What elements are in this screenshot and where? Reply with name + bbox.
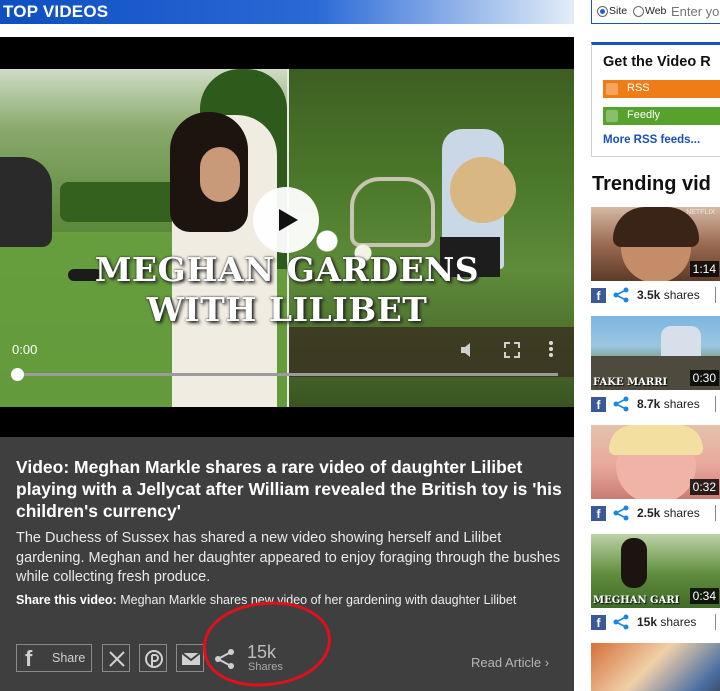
share-icon[interactable] bbox=[613, 287, 629, 303]
web-radio[interactable] bbox=[633, 6, 644, 17]
trending-thumbnail[interactable]: NETFLIX 1:14 bbox=[591, 207, 720, 281]
play-button[interactable] bbox=[253, 187, 319, 253]
share-icon[interactable] bbox=[613, 614, 629, 630]
facebook-icon[interactable]: f bbox=[591, 506, 606, 521]
trending-duration: 0:34 bbox=[689, 588, 719, 604]
site-radio-label: Site bbox=[609, 5, 628, 17]
current-time: 0:00 bbox=[12, 342, 38, 357]
fullscreen-icon[interactable] bbox=[504, 342, 520, 358]
feedly-button[interactable]: Feedly bbox=[603, 107, 720, 125]
progress-bar[interactable] bbox=[18, 373, 558, 376]
video-description: The Duchess of Sussex has shared a new v… bbox=[16, 530, 561, 585]
trending-thumbnail[interactable] bbox=[591, 643, 720, 691]
pinterest-icon bbox=[145, 650, 163, 668]
facebook-icon[interactable]: f bbox=[591, 615, 606, 630]
trending-duration: 0:30 bbox=[689, 370, 719, 386]
video-overlay-title-line1: MEGHAN GARDENS bbox=[94, 250, 480, 289]
pinterest-share-button[interactable] bbox=[139, 644, 167, 672]
thumb-caption: FAKE MARRI bbox=[593, 377, 668, 388]
volume-icon[interactable] bbox=[460, 342, 476, 358]
x-share-button[interactable] bbox=[102, 644, 130, 672]
more-rss-link[interactable]: More RSS feeds... bbox=[603, 134, 700, 146]
thumb-caption: MEGHAN GARI bbox=[593, 595, 680, 606]
separator bbox=[715, 614, 716, 630]
page-root: TOP VIDEOS MEGHAN GARDENS WITH LILIBET 0… bbox=[0, 0, 720, 691]
share-this-video-label: Share this video: bbox=[16, 593, 117, 607]
rss-icon bbox=[606, 83, 618, 95]
progress-scrubber[interactable] bbox=[11, 368, 24, 381]
rss-box: Get the Video R RSS Feedly More RSS feed… bbox=[591, 42, 720, 157]
envelope-icon bbox=[181, 652, 201, 665]
feedly-icon bbox=[606, 110, 618, 122]
straw-hat bbox=[450, 157, 516, 223]
rss-button[interactable]: RSS bbox=[603, 80, 720, 98]
separator bbox=[715, 505, 716, 521]
trending-thumbnail[interactable]: MEGHAN GARI 0:34 bbox=[591, 534, 720, 608]
more-options-icon[interactable] bbox=[548, 340, 554, 358]
web-radio-label: Web bbox=[645, 5, 667, 17]
read-article-label: Read Article bbox=[471, 655, 542, 670]
trending-share-count: 8.7k shares bbox=[637, 397, 700, 411]
thumb-figure bbox=[621, 538, 647, 588]
play-icon bbox=[279, 209, 298, 231]
thumb-badge: NETFLIX bbox=[686, 209, 715, 216]
fence bbox=[289, 327, 574, 377]
separator bbox=[715, 396, 716, 412]
video-headline: Video: Meghan Markle shares a rare video… bbox=[16, 457, 562, 521]
share-icon[interactable] bbox=[613, 505, 629, 521]
facebook-icon[interactable]: f bbox=[591, 288, 606, 303]
thumb-hair bbox=[609, 425, 703, 455]
facebook-icon[interactable]: f bbox=[591, 397, 606, 412]
site-radio[interactable] bbox=[597, 6, 608, 17]
rss-button-label: RSS bbox=[627, 82, 650, 94]
email-share-button[interactable] bbox=[176, 644, 204, 672]
rss-title: Get the Video R bbox=[603, 54, 711, 70]
trending-thumbnail[interactable]: 0:32 bbox=[591, 425, 720, 499]
woman-face bbox=[200, 147, 240, 202]
search-bar: Site Web bbox=[591, 0, 720, 24]
feedly-button-label: Feedly bbox=[627, 109, 661, 121]
share-icon[interactable] bbox=[613, 396, 629, 412]
video-player[interactable]: MEGHAN GARDENS WITH LILIBET 0:00 bbox=[0, 37, 574, 437]
facebook-share-button[interactable]: f Share bbox=[16, 644, 92, 672]
trending-share-count: 2.5k shares bbox=[637, 506, 700, 520]
section-title: TOP VIDEOS bbox=[3, 2, 109, 21]
x-icon bbox=[109, 651, 125, 667]
top-videos-header: TOP VIDEOS bbox=[0, 0, 574, 24]
trending-title: Trending vid bbox=[592, 173, 711, 195]
trending-share-count: 15k shares bbox=[637, 615, 697, 629]
trending-duration: 0:32 bbox=[689, 479, 719, 495]
trending-share-count: 3.5k shares bbox=[637, 288, 700, 302]
trending-thumbnail[interactable]: FAKE MARRI 0:30 bbox=[591, 316, 720, 390]
search-input[interactable] bbox=[671, 2, 720, 20]
video-overlay-title-line2: WITH LILIBET bbox=[146, 290, 428, 329]
trending-duration: 1:14 bbox=[689, 261, 719, 277]
read-article-link[interactable]: Read Article › bbox=[471, 655, 549, 670]
separator bbox=[715, 287, 716, 303]
cameraman-figure bbox=[0, 157, 52, 247]
facebook-icon: f bbox=[25, 646, 33, 671]
facebook-share-label: Share bbox=[52, 651, 86, 665]
share-this-video-text: Meghan Markle shares new video of her ga… bbox=[120, 593, 517, 607]
